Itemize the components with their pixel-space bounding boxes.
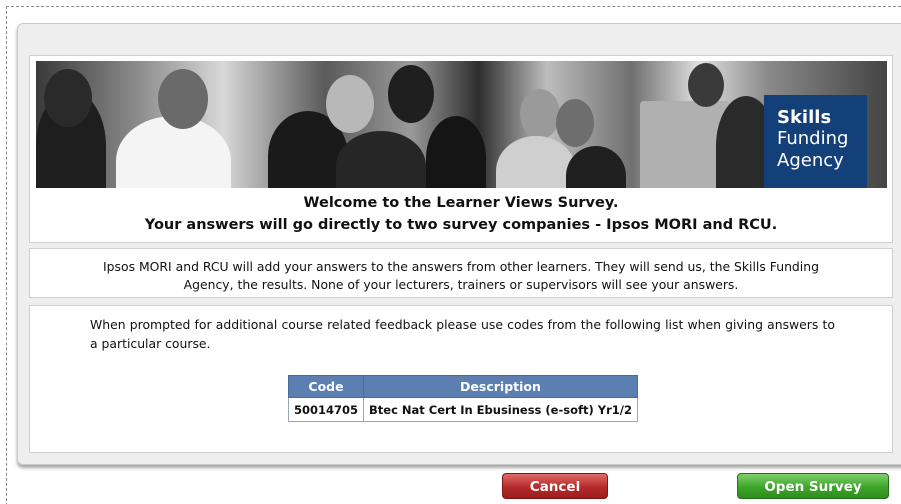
welcome-line-2: Your answers will go directly to two sur…	[144, 217, 778, 233]
banner-image: Skills Funding Agency	[36, 61, 887, 188]
course-description-cell: Btec Nat Cert In Ebusiness (e-soft) Yr1/…	[363, 397, 638, 422]
logo-line-1: Skills	[777, 107, 832, 128]
table-row: 50014705 Btec Nat Cert In Ebusiness (e-s…	[287, 397, 638, 422]
cancel-button[interactable]: Cancel	[502, 473, 608, 499]
column-header-description: Description	[363, 375, 638, 398]
photo-person-head	[326, 75, 374, 133]
photo-person	[336, 131, 426, 188]
photo-person-head	[388, 65, 434, 123]
photo-person	[496, 136, 576, 188]
course-codes-table: Code Description 50014705 Btec Nat Cert …	[287, 375, 638, 422]
info-box: Ipsos MORI and RCU will add your answers…	[29, 248, 893, 298]
logo-line-3: Agency	[777, 150, 844, 171]
photo-person-head	[520, 89, 560, 139]
welcome-line-1: Welcome to the Learner Views Survey.	[303, 195, 619, 211]
course-codes-box: When prompted for additional course rela…	[29, 305, 893, 453]
open-survey-button[interactable]: Open Survey	[737, 473, 889, 499]
table-header-row: Code Description	[287, 375, 638, 398]
course-code-cell: 50014705	[287, 397, 365, 422]
photo-person	[426, 116, 486, 188]
photo-person-head	[688, 63, 724, 107]
photo-person-head	[158, 69, 208, 129]
welcome-heading: Welcome to the Learner Views Survey. You…	[29, 192, 893, 236]
photo-person	[566, 146, 626, 188]
column-header-code: Code	[287, 375, 365, 398]
photo-person-head	[556, 99, 594, 147]
photo-person-head	[44, 69, 92, 127]
logo-line-2: Funding	[777, 128, 849, 149]
codes-prompt: When prompted for additional course rela…	[90, 317, 835, 351]
skills-funding-agency-logo: Skills Funding Agency	[764, 95, 867, 188]
info-text: Ipsos MORI and RCU will add your answers…	[103, 259, 819, 292]
